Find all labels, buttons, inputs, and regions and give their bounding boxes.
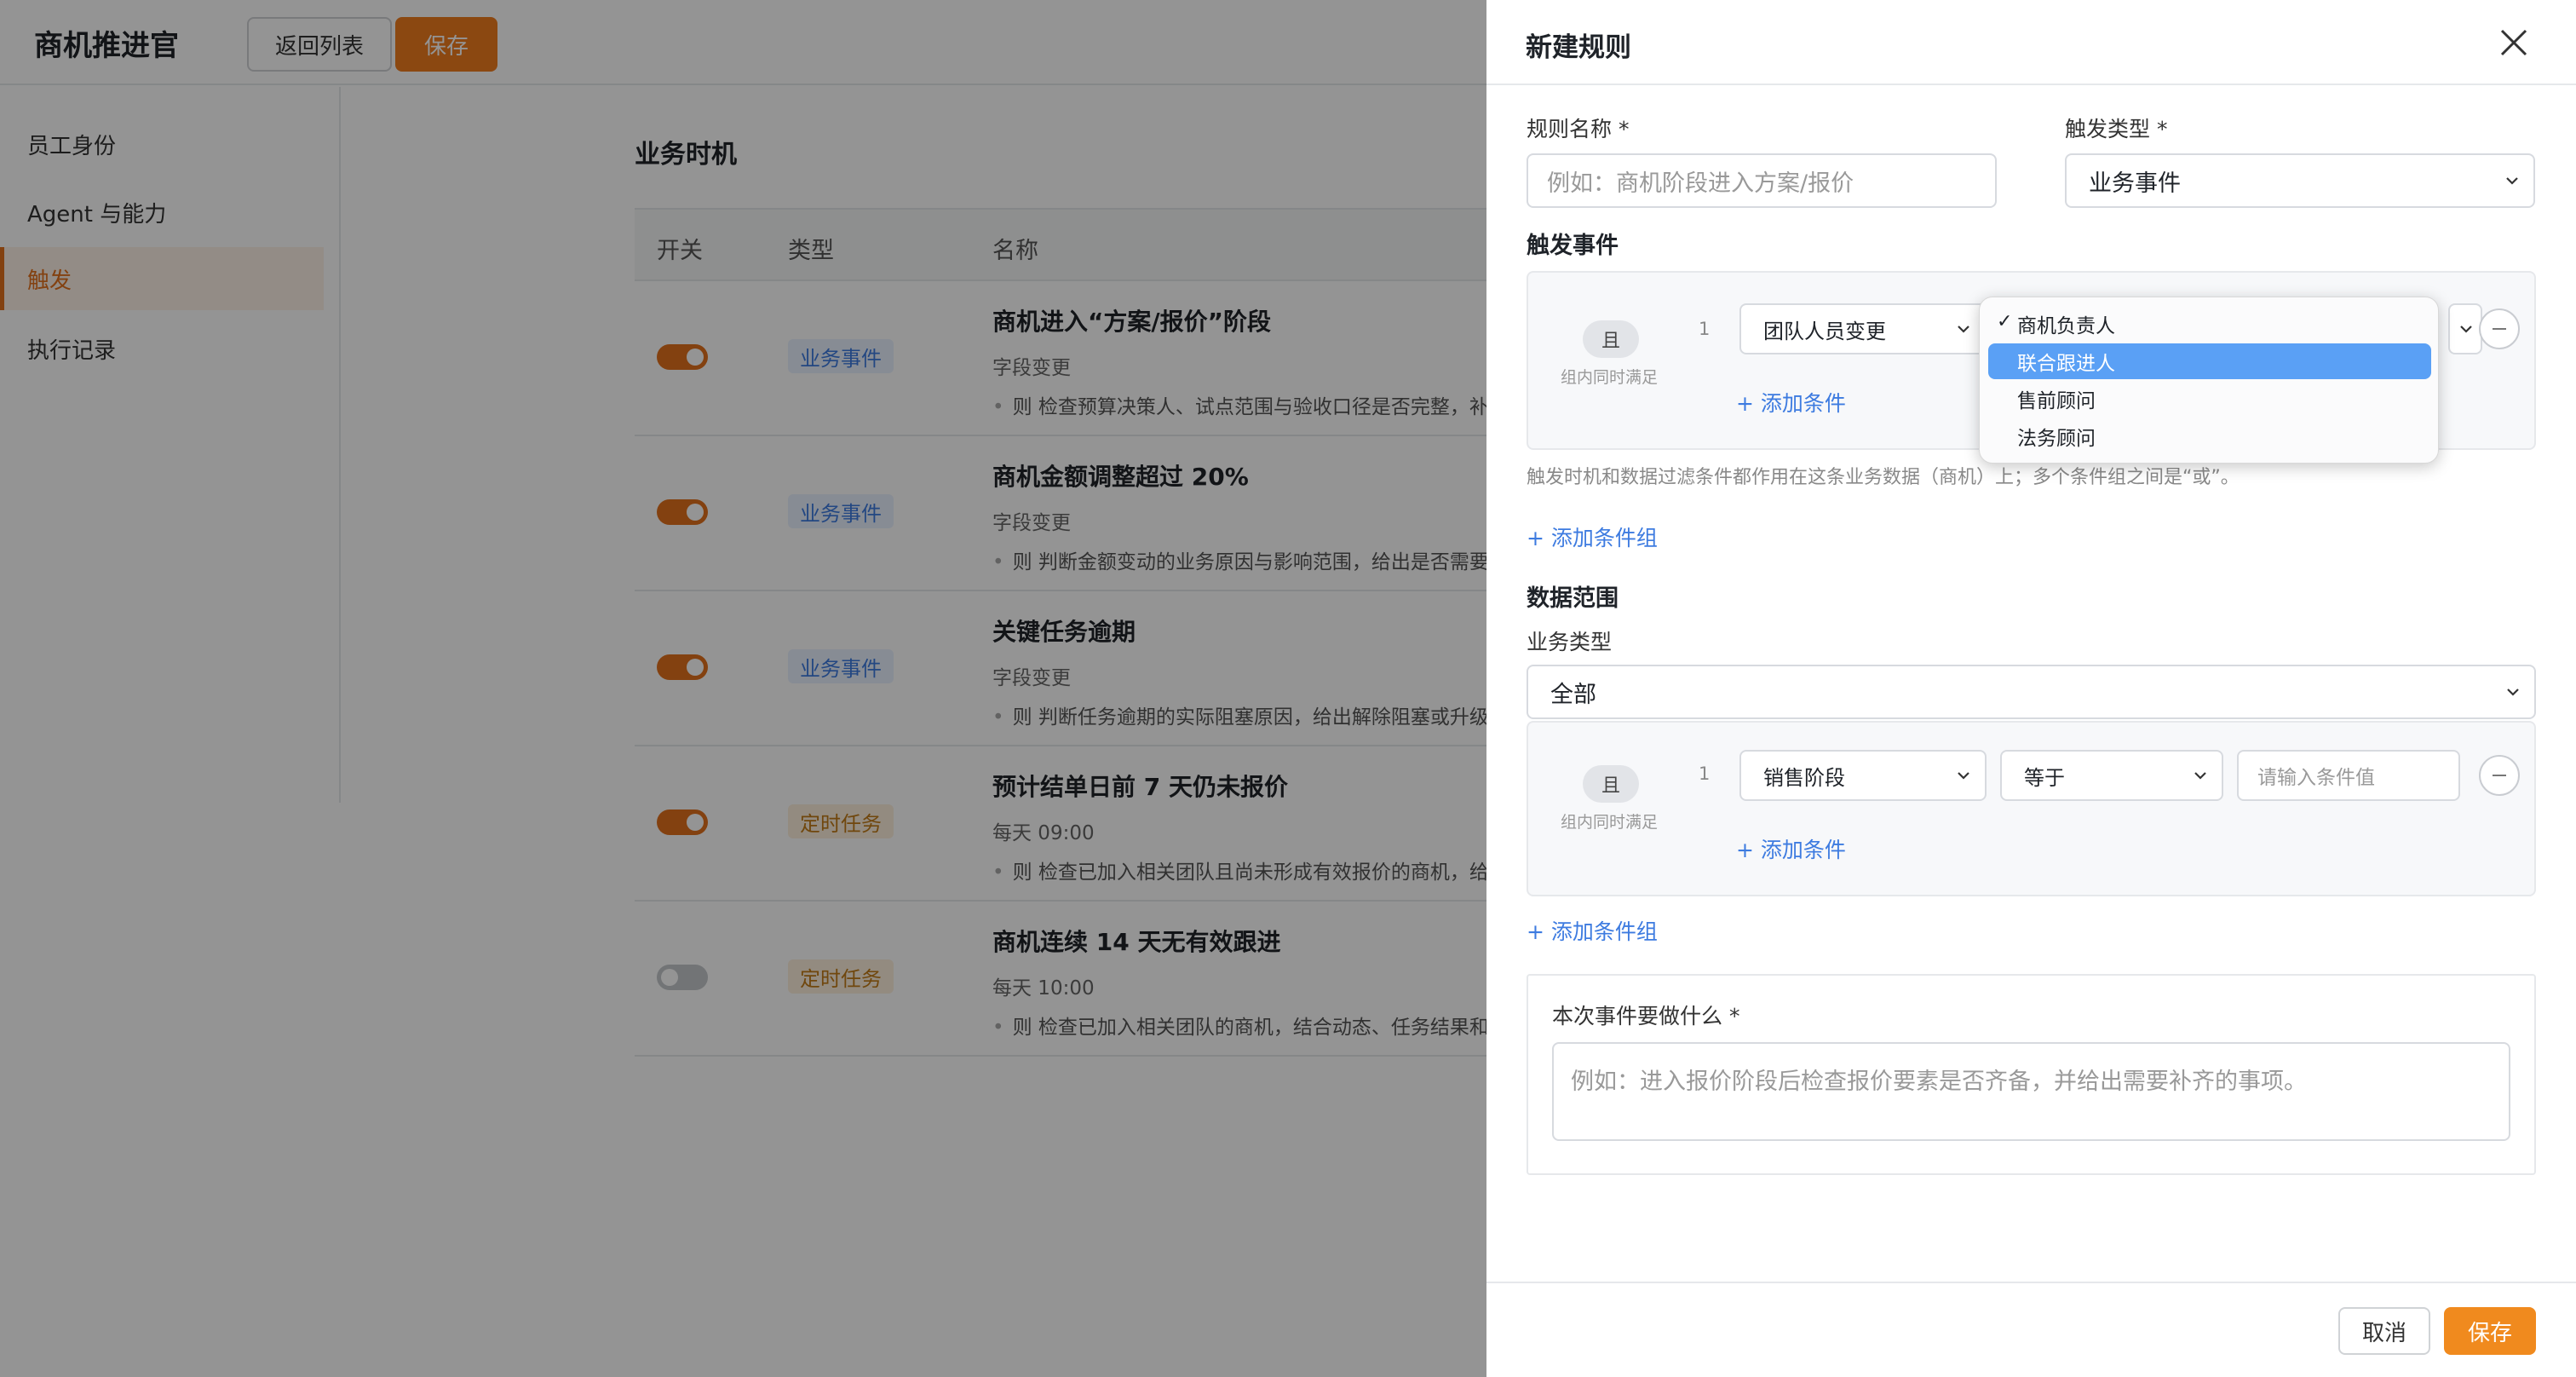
modal-overlay[interactable] (0, 0, 1486, 1377)
condition-operator-value: 等于 (2024, 765, 2065, 790)
condition-value-input[interactable]: 请输入条件值 (2237, 750, 2460, 801)
remove-condition-button[interactable] (2479, 755, 2520, 796)
drawer-footer: 取消 保存 (1486, 1282, 2576, 1377)
condition-field-value: 团队人员变更 (1763, 319, 1886, 343)
trigger-type-label: 触发类型 * (2065, 117, 2168, 141)
remove-condition-button[interactable] (2479, 308, 2520, 349)
chevron-down-icon (2506, 177, 2518, 185)
and-badge[interactable]: 且 (1583, 765, 1639, 803)
dropdown-option-presales[interactable]: 售前顾问 (1988, 381, 2431, 417)
trigger-type-select[interactable]: 业务事件 (2065, 153, 2535, 208)
new-rule-drawer: 新建规则 规则名称 * 例如：商机阶段进入方案/报价 触发类型 * 业务事件 触… (1486, 0, 2576, 1377)
trigger-event-section-title: 触发事件 (1527, 233, 1619, 259)
task-label: 本次事件要做什么 * (1552, 1004, 1740, 1028)
dropdown-option-owner[interactable]: ✓ 商机负责人 (1988, 306, 2431, 342)
condition-index: 1 (1699, 319, 1711, 339)
add-condition-link[interactable]: + 添加条件 (1736, 387, 1846, 418)
chevron-down-icon (1958, 772, 1969, 780)
cancel-button[interactable]: 取消 (2338, 1307, 2430, 1355)
condition-index: 1 (1699, 763, 1711, 784)
dropdown-option-co-follower[interactable]: 联合跟进人 (1988, 343, 2431, 379)
dropdown-option-legal[interactable]: 法务顾问 (1988, 418, 2431, 454)
drawer-header: 新建规则 (1486, 0, 2576, 85)
add-condition-link[interactable]: + 添加条件 (1736, 833, 1846, 864)
condition-field-select[interactable]: 销售阶段 (1739, 750, 1987, 801)
data-scope-section-title: 数据范围 (1527, 585, 1619, 612)
close-icon[interactable] (2497, 26, 2531, 60)
biz-type-select[interactable]: 全部 (1527, 665, 2536, 719)
rule-name-label: 规则名称 * (1527, 117, 1630, 141)
task-section: 本次事件要做什么 * 例如：进入报价阶段后检查报价要素是否齐备，并给出需要补齐的… (1527, 974, 2536, 1175)
condition-group: 且 组内同时满足 1 销售阶段 等于 请输入条件值 + 添加条件 (1527, 721, 2536, 896)
dropdown-option-label: 商机负责人 (2017, 315, 2115, 337)
check-icon: ✓ (1997, 311, 2013, 332)
chevron-down-icon (2507, 688, 2519, 696)
dropdown-option-label: 售前顾问 (2017, 390, 2096, 412)
group-hint: 组内同时满足 (1561, 813, 1659, 832)
condition-operator-select[interactable]: 等于 (2000, 750, 2223, 801)
save-button[interactable]: 保存 (2444, 1307, 2536, 1355)
condition-value-dropdown: ✓ 商机负责人 联合跟进人 售前顾问 法务顾问 (1979, 297, 2439, 464)
biz-type-value: 全部 (1550, 681, 1596, 708)
biz-type-label: 业务类型 (1527, 630, 1613, 654)
and-badge[interactable]: 且 (1583, 320, 1639, 358)
rule-name-input[interactable]: 例如：商机阶段进入方案/报价 (1527, 153, 1997, 208)
drawer-title: 新建规则 (1526, 32, 1631, 63)
group-hint: 组内同时满足 (1561, 368, 1659, 387)
task-textarea[interactable]: 例如：进入报价阶段后检查报价要素是否齐备，并给出需要补齐的事项。 (1552, 1042, 2510, 1141)
chevron-down-icon (2460, 326, 2472, 333)
condition-field-select[interactable]: 团队人员变更 (1739, 303, 1987, 354)
chevron-down-icon (2194, 772, 2206, 780)
trigger-type-value: 业务事件 (2089, 170, 2181, 197)
dropdown-option-label: 法务顾问 (2017, 428, 2096, 450)
condition-field-value: 销售阶段 (1763, 765, 1845, 790)
chevron-down-icon (1958, 326, 1969, 333)
condition-value-select[interactable] (2448, 303, 2482, 354)
condition-note: 触发时机和数据过滤条件都作用在这条业务数据（商机）上；多个条件组之间是“或”。 (1527, 467, 2240, 488)
dropdown-option-label: 联合跟进人 (2017, 353, 2115, 375)
add-condition-group-link[interactable]: + 添加条件组 (1527, 915, 1658, 946)
add-condition-group-link[interactable]: + 添加条件组 (1527, 521, 1658, 552)
